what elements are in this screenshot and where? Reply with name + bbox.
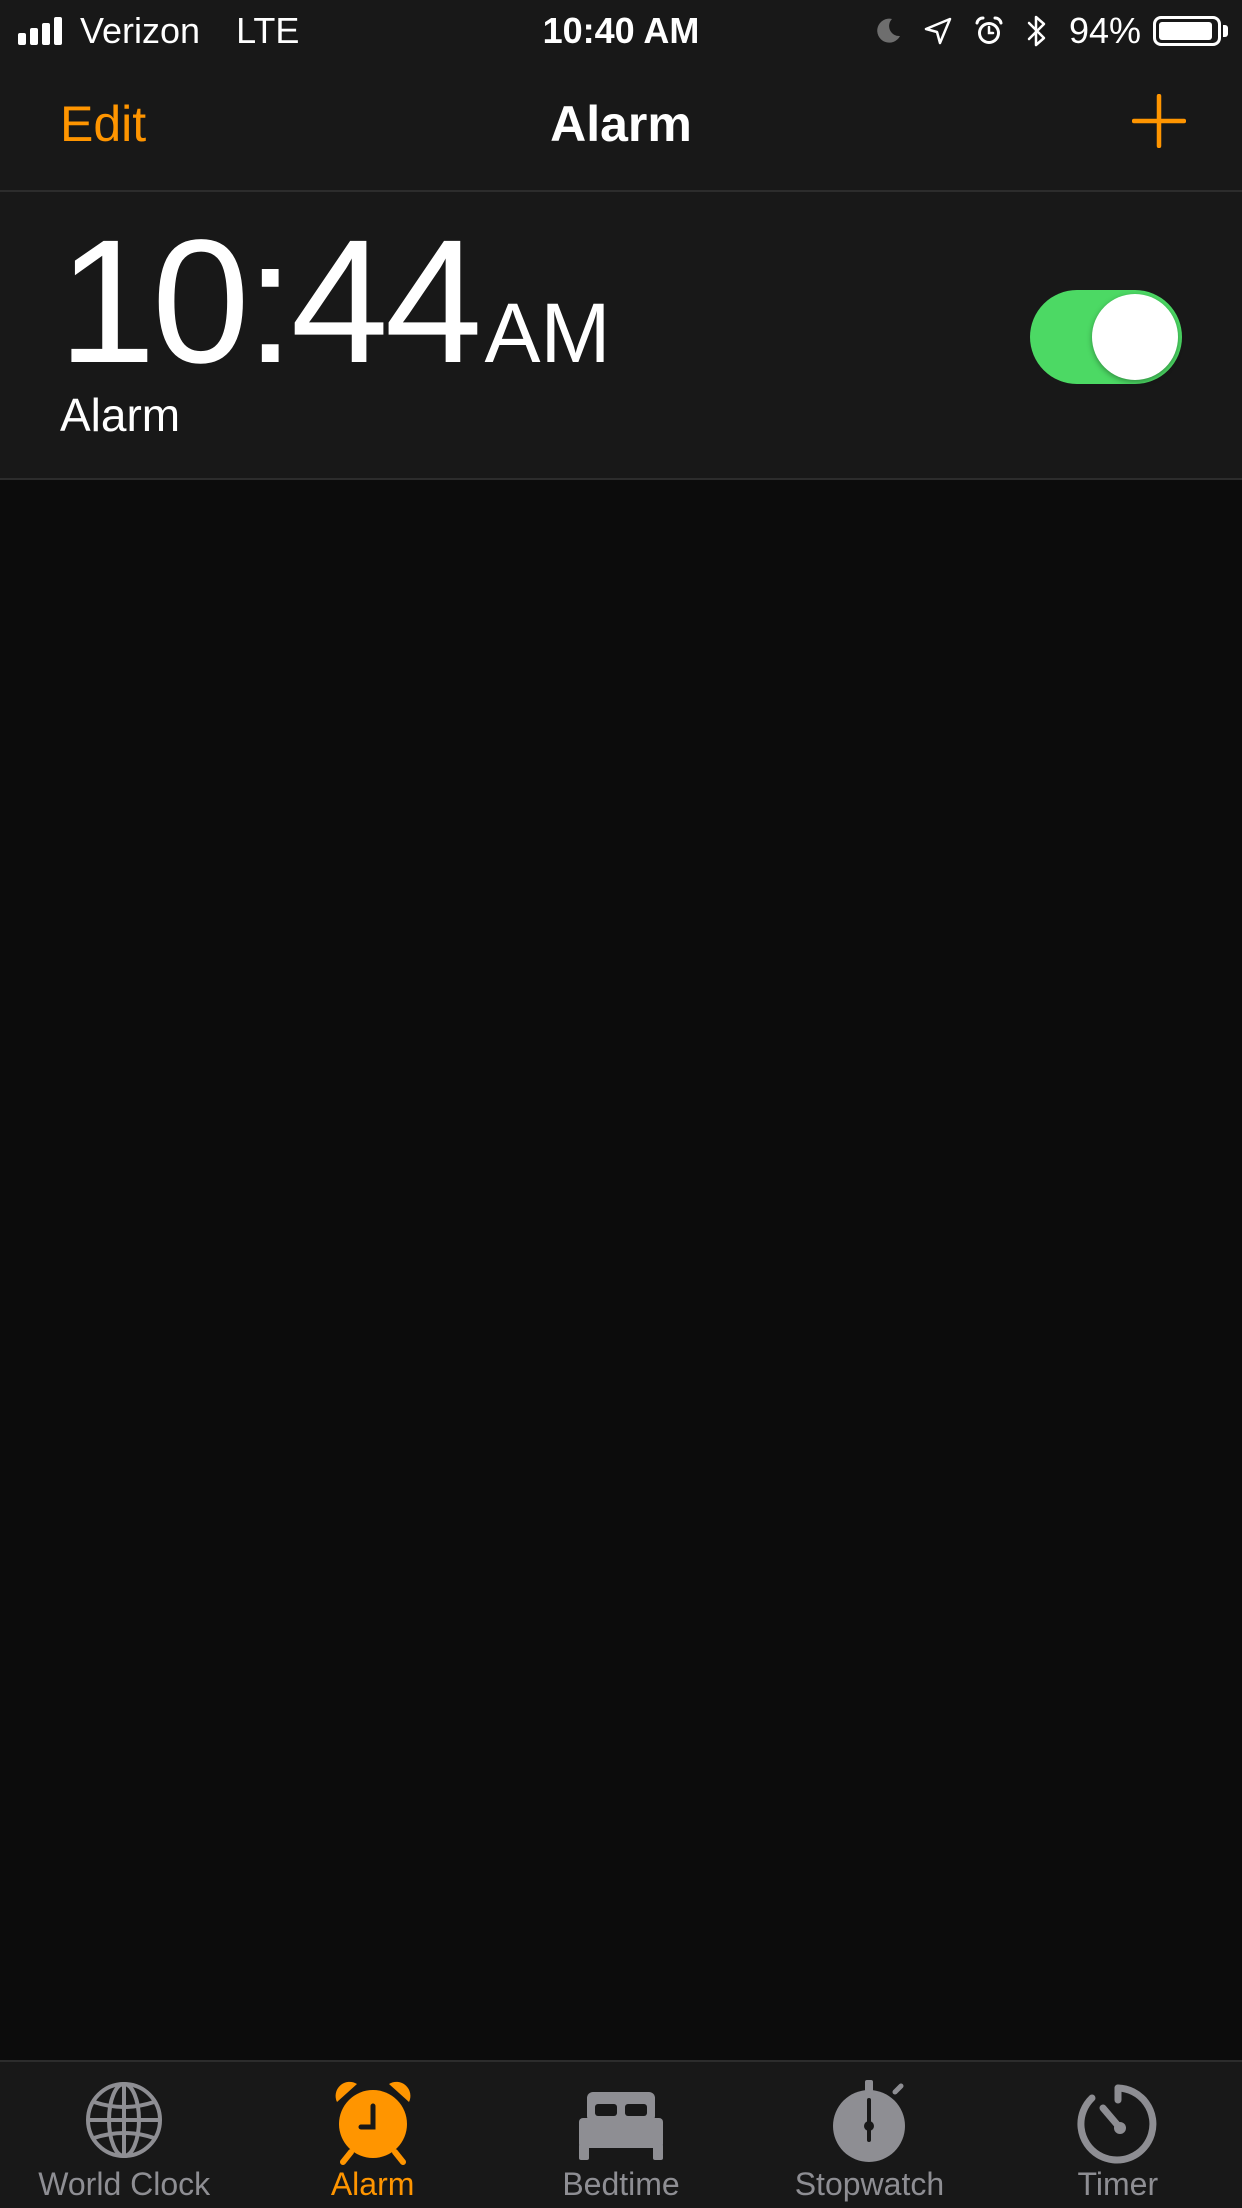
timer-icon: [1077, 2084, 1157, 2164]
battery-icon: [1153, 16, 1221, 46]
stopwatch-icon: [833, 2080, 906, 2162]
tab-label: Stopwatch: [794, 2166, 945, 2202]
navigation-bar: Edit Alarm: [0, 62, 1242, 192]
page-title: Alarm: [550, 96, 692, 152]
battery-tip: [1223, 25, 1228, 37]
tab-alarm[interactable]: Alarm: [248, 2062, 496, 2208]
tab-label: Bedtime: [562, 2166, 680, 2202]
alarm-row[interactable]: 10:44 AM Alarm: [0, 192, 1242, 480]
battery-percent: 94%: [1068, 10, 1141, 51]
alarm-time-digits: 10:44: [58, 204, 482, 400]
tab-label: World Clock: [38, 2166, 211, 2202]
globe-icon: [86, 2082, 163, 2158]
alarm-clock-icon: [973, 15, 1005, 47]
tab-world-clock[interactable]: World Clock: [0, 2062, 248, 2208]
clock-app-screen: Verizon LTE 10:40 AM 94% Edit Alarm 10:4…: [0, 0, 1242, 2208]
status-right: 94%: [873, 10, 1228, 52]
toggle-knob: [1092, 294, 1178, 380]
bed-icon: [579, 2092, 664, 2160]
alarm-time-ampm: AM: [484, 286, 611, 380]
tab-label: Timer: [1077, 2166, 1159, 2202]
bluetooth-icon: [1025, 14, 1049, 48]
alarm-time: 10:44 AM: [58, 214, 610, 390]
tab-timer[interactable]: Timer: [994, 2062, 1242, 2208]
alarm-clock-icon: [335, 2081, 411, 2165]
alarm-enabled-toggle[interactable]: [1030, 290, 1182, 384]
tab-bar: World Clock Alarm Bedtime Stopwatch Time…: [0, 2060, 1242, 2208]
location-arrow-icon: [923, 16, 953, 46]
status-bar: Verizon LTE 10:40 AM 94%: [0, 0, 1242, 62]
tab-bedtime[interactable]: Bedtime: [497, 2062, 745, 2208]
tab-stopwatch[interactable]: Stopwatch: [745, 2062, 993, 2208]
moon-icon: [873, 16, 903, 46]
plus-icon: [1131, 93, 1187, 149]
battery-fill: [1159, 22, 1212, 40]
add-alarm-button[interactable]: [1131, 93, 1187, 149]
alarm-label: Alarm: [60, 389, 181, 441]
tab-label: Alarm: [330, 2166, 415, 2202]
